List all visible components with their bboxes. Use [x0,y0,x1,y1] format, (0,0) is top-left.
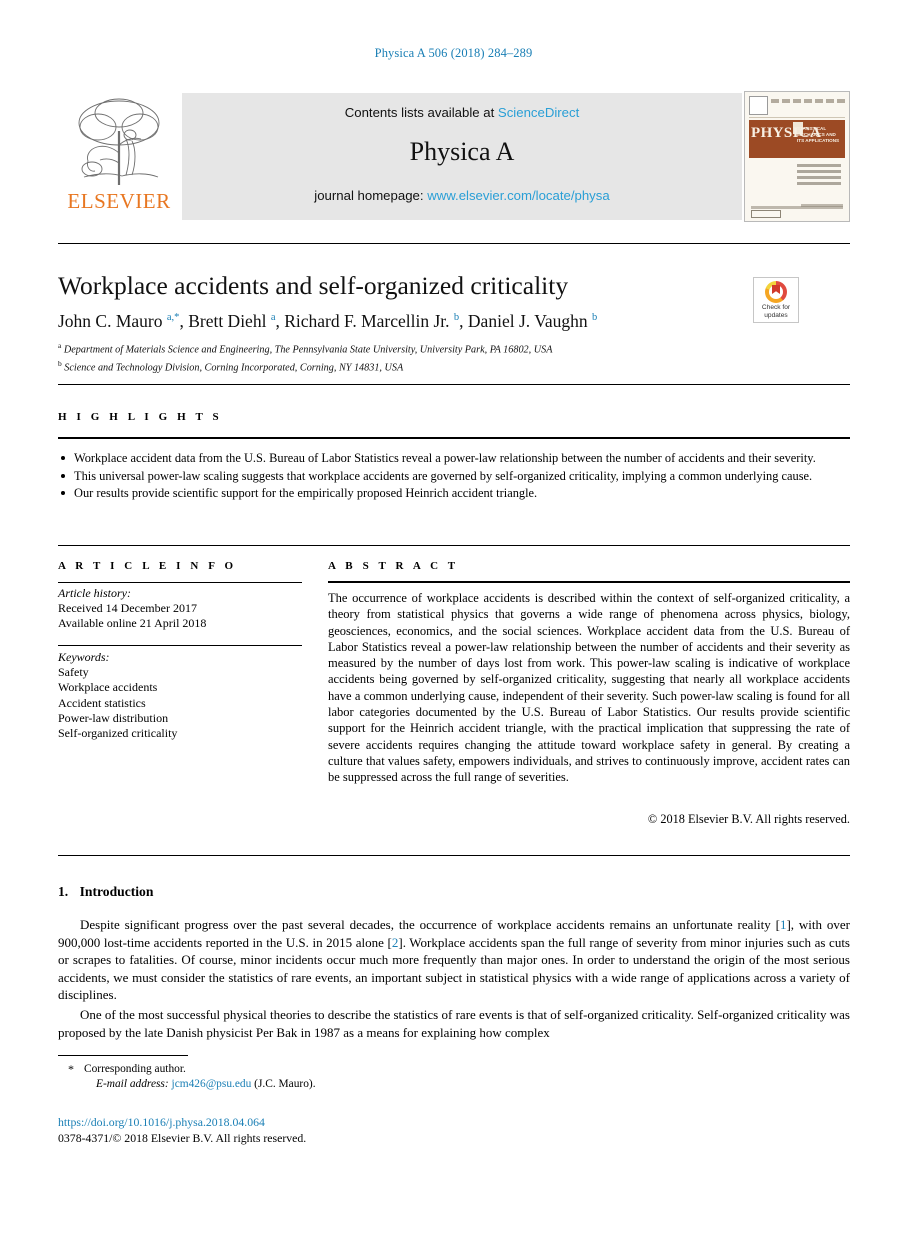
homepage-link[interactable]: www.elsevier.com/locate/physa [427,188,610,203]
cover-editor-lines [797,164,841,188]
divider-above-info [58,545,850,546]
abstract-heading: A B S T R A C T [328,560,459,572]
article-received-date: Received 14 December 2017 [58,601,197,616]
email-label: E-mail address: [96,1078,169,1090]
homepage-line: journal homepage: www.elsevier.com/locat… [182,188,742,203]
page-title: Workplace accidents and self-organized c… [58,271,569,300]
affiliation-marker: b [58,358,62,368]
author-list: John C. Mauro a,*, Brett Diehl a, Richar… [58,310,598,331]
article-info-block: Article history: Received 14 December 20… [58,586,302,632]
list-item: This universal power-law scaling suggest… [58,468,850,485]
journal-masthead: ELSEVIER Contents lists available at Sci… [58,91,850,222]
contents-prefix: Contents lists available at [344,105,498,120]
crossmark-badge[interactable]: Check for updates [753,277,799,323]
divider-above-body [58,855,850,856]
cover-footer-rule [751,206,843,209]
keywords-label: Keywords: [58,650,110,664]
issn-copyright-line: 0378-4371/© 2018 Elsevier B.V. All right… [58,1130,307,1145]
highlight-text: Workplace accident data from the U.S. Bu… [74,451,816,465]
contents-line: Contents lists available at ScienceDirec… [182,105,742,120]
abstract-copyright: © 2018 Elsevier B.V. All rights reserved… [647,812,850,826]
corresponding-author-note: * Corresponding author. [58,1062,558,1077]
footnote-block: * Corresponding author. E-mail address: … [58,1062,558,1092]
keyword-item: Power-law distribution [58,710,169,725]
paragraph-text-a: Despite significant progress over the pa… [80,917,780,932]
corresponding-author-text: Corresponding author. [84,1063,186,1075]
affiliation-item: a Department of Materials Science and En… [58,339,758,357]
sciencedirect-link[interactable]: ScienceDirect [498,105,579,120]
affiliation-text: Science and Technology Division, Corning… [64,362,404,374]
bullet-icon [61,473,65,478]
cover-header-text [771,99,845,103]
asterisk-icon: * [68,1062,74,1076]
cover-footer-box [751,210,781,218]
divider-above-keywords [58,645,302,646]
article-info-heading: A R T I C L E I N F O [58,560,237,572]
bullet-icon [61,456,65,460]
highlight-text: Our results provide scientific support f… [74,486,538,501]
body-paragraph-2: One of the most successful physical theo… [58,1007,850,1040]
crossmark-label: Check for updates [754,304,798,320]
affiliation-marker: a [58,341,62,350]
crossmark-ring-icon [765,281,787,303]
crossmark-line1: Check for [761,304,791,311]
section-title: Introduction [79,884,154,899]
affiliation-list: a Department of Materials Science and En… [58,339,758,375]
running-head: Physica A 506 (2018) 284–289 [374,46,533,60]
highlights-list: Workplace accident data from the U.S. Bu… [58,450,850,503]
email-suffix: (J.C. Mauro). [254,1078,316,1090]
cover-logo-box [749,96,768,115]
homepage-prefix: journal homepage: [314,188,428,203]
divider-above-highlights [58,384,850,385]
elsevier-wordmark: ELSEVIER [67,189,171,213]
masthead-center-panel: Contents lists available at ScienceDirec… [182,93,742,220]
keyword-item: Workplace accidents [58,680,158,695]
affiliation-item: b Science and Technology Division, Corni… [58,357,758,375]
keywords-block: Keywords: Safety Workplace accidents Acc… [58,650,302,741]
keyword-item: Safety [58,665,89,680]
divider-below-highlights-heading [58,437,850,439]
email-link[interactable]: jcm426@psu.edu [172,1078,252,1090]
affiliation-text: Department of Materials Science and Engi… [63,344,553,356]
divider-under-masthead [58,243,850,244]
divider-below-abstract-heading [328,581,850,583]
article-history-label: Article history: [58,586,131,600]
elsevier-logo: ELSEVIER [58,93,180,221]
divider-below-info-heading [58,582,302,583]
article-available-date: Available online 21 April 2018 [58,616,207,631]
cover-subtitle: STATISTICAL MECHANICS AND ITS APPLICATIO… [797,126,840,143]
elsevier-tree-icon [78,98,160,185]
body-paragraph-1: Despite significant progress over the pa… [58,916,850,1004]
paper-page: Physica A 506 (2018) 284–289 ELSEVIER Co… [0,0,907,1238]
bullet-icon [61,491,65,496]
doi-link[interactable]: https://doi.org/10.1016/j.physa.2018.04.… [58,1115,558,1131]
highlights-heading: H I G H L I G H T S [58,411,223,423]
list-item: Workplace accident data from the U.S. Bu… [58,450,850,467]
doi-block: https://doi.org/10.1016/j.physa.2018.04.… [58,1115,558,1146]
journal-cover-thumbnail: PHYSICA STATISTICAL MECHANICS AND ITS AP… [744,91,850,222]
keyword-item: Self-organized criticality [58,726,178,741]
journal-title: Physica A [409,137,515,166]
crossmark-line2: updates [764,311,788,319]
section-heading: 1. Introduction [58,884,153,900]
keyword-item: Accident statistics [58,695,146,710]
abstract-text: The occurrence of workplace accidents is… [328,591,850,785]
email-note: E-mail address: jcm426@psu.edu (J.C. Mau… [58,1077,558,1092]
list-item: Our results provide scientific support f… [58,485,850,502]
footnote-divider [58,1055,188,1056]
section-number: 1. [58,884,69,899]
highlight-text: This universal power-law scaling suggest… [74,468,813,483]
